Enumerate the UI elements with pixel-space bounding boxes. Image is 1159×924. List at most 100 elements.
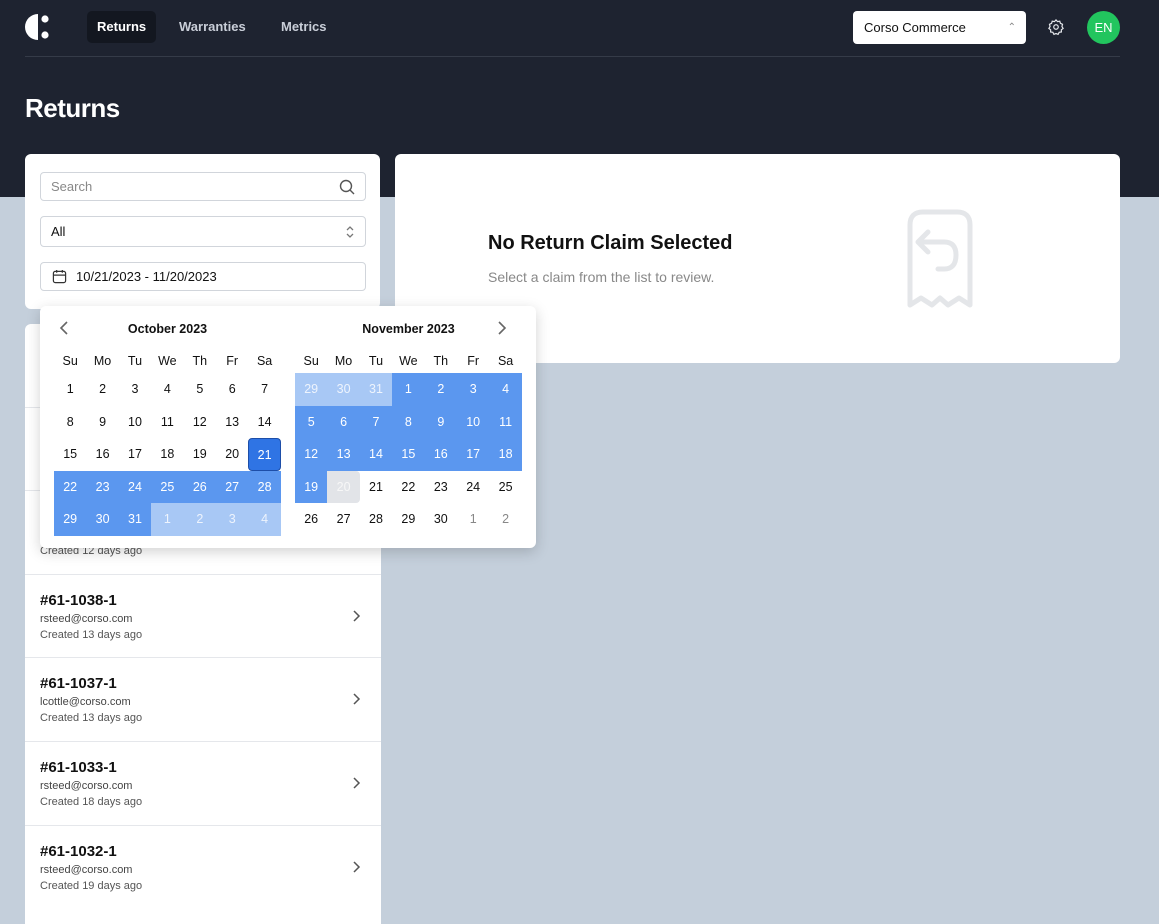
- calendar-day[interactable]: 2: [183, 503, 216, 536]
- calendar-day[interactable]: 22: [54, 470, 87, 503]
- calendar-day[interactable]: 28: [248, 470, 281, 503]
- calendar-day[interactable]: 30: [425, 503, 457, 536]
- weekday-label: Sa: [497, 354, 514, 368]
- nav-warranties[interactable]: Warranties: [169, 11, 256, 43]
- calendar-day[interactable]: 31: [359, 373, 393, 406]
- calendar-day[interactable]: 3: [457, 373, 490, 406]
- calendar-day[interactable]: 1: [457, 503, 489, 536]
- calendar-day[interactable]: 25: [151, 470, 184, 503]
- calendar-day[interactable]: 27: [216, 470, 249, 503]
- calendar-day[interactable]: 10: [457, 405, 490, 438]
- calendar-day[interactable]: 10: [119, 406, 151, 439]
- calendar-day[interactable]: 25: [489, 471, 521, 504]
- calendar-day[interactable]: 1: [54, 373, 86, 406]
- status-select-value: All: [51, 224, 66, 239]
- corso-logo[interactable]: [24, 12, 52, 42]
- calendar-day[interactable]: 30: [86, 503, 119, 536]
- weekday-label: Fr: [226, 354, 239, 368]
- search-input[interactable]: Search: [40, 172, 366, 201]
- calendar-day[interactable]: 23: [425, 471, 457, 504]
- calendar-day[interactable]: 20: [216, 438, 248, 471]
- calendar-day[interactable]: 17: [119, 438, 151, 471]
- calendar-day[interactable]: 4: [489, 373, 522, 406]
- date-range-picker: October 2023 November 2023 Su Mo Tu We Th Fr S…: [40, 306, 536, 548]
- calendar-day[interactable]: 24: [118, 470, 152, 503]
- claim-created: Created 13 days ago: [40, 628, 143, 641]
- calendar-day[interactable]: 18: [489, 438, 522, 471]
- calendar-day[interactable]: 21: [248, 438, 281, 471]
- calendar-day[interactable]: 4: [151, 373, 183, 406]
- calendar-day[interactable]: 9: [424, 405, 457, 438]
- calendar-day[interactable]: 27: [327, 503, 359, 536]
- calendar-day[interactable]: 16: [86, 438, 118, 471]
- date-range-input[interactable]: 10/21/2023 - 11/20/2023: [40, 262, 366, 291]
- calendar-day[interactable]: 5: [295, 405, 328, 438]
- calendar-day[interactable]: 7: [248, 373, 280, 406]
- calendar-day[interactable]: 2: [86, 373, 118, 406]
- calendar-day[interactable]: 19: [295, 470, 328, 503]
- month-title: October 2023: [127, 322, 208, 336]
- claim-created: Created 18 days ago: [40, 796, 143, 808]
- calendar-day[interactable]: 26: [183, 470, 216, 503]
- chevron-right-icon: [353, 777, 361, 789]
- calendar-day[interactable]: 8: [54, 406, 86, 439]
- calendar-day[interactable]: 18: [151, 438, 183, 471]
- list-item[interactable]: #61-1038-1 rsteed@corso.com Created 13 d…: [25, 573, 381, 658]
- calendar-day[interactable]: 15: [392, 438, 425, 471]
- calendar-day[interactable]: 14: [359, 438, 393, 471]
- calendar-day[interactable]: 13: [327, 438, 360, 471]
- calendar-day[interactable]: 15: [54, 438, 86, 471]
- calendar-day[interactable]: 17: [457, 438, 490, 471]
- calendar-day[interactable]: 14: [248, 406, 280, 439]
- calendar-day[interactable]: 3: [119, 373, 151, 406]
- calendar-day[interactable]: 21: [360, 471, 392, 504]
- chevron-updown-icon: [346, 226, 354, 238]
- gear-icon[interactable]: [1047, 18, 1065, 36]
- nav-metrics[interactable]: Metrics: [271, 11, 337, 43]
- calendar-day[interactable]: 26: [295, 503, 327, 536]
- calendar-day[interactable]: 1: [151, 503, 184, 536]
- list-item[interactable]: #61-1037-1 lcottle@corso.com Created 13 …: [25, 657, 381, 741]
- calendar-day[interactable]: 22: [392, 471, 424, 504]
- calendar-day[interactable]: 6: [327, 405, 360, 438]
- calendar-day[interactable]: 29: [392, 503, 424, 536]
- calendar-day[interactable]: 9: [86, 406, 118, 439]
- status-select[interactable]: All: [40, 216, 366, 247]
- page-title: Returns: [25, 93, 120, 123]
- month-title: November 2023: [362, 322, 455, 336]
- calendar-day[interactable]: 2: [424, 373, 457, 406]
- calendar-day[interactable]: 11: [489, 405, 522, 438]
- weekday-label: We: [399, 354, 418, 368]
- calendar-day[interactable]: 12: [295, 438, 328, 471]
- date-range-value: 10/21/2023 - 11/20/2023: [76, 269, 217, 284]
- calendar-day[interactable]: 19: [184, 438, 216, 471]
- list-item[interactable]: #61-1032-1 rsteed@corso.com Created 19 d…: [25, 824, 381, 909]
- claim-id: #61-1033-1: [40, 759, 117, 776]
- calendar-day[interactable]: 31: [118, 503, 152, 536]
- calendar-day[interactable]: 29: [54, 503, 87, 536]
- calendar-day[interactable]: 20: [327, 470, 360, 503]
- calendar-day[interactable]: 4: [248, 503, 281, 536]
- calendar-day[interactable]: 5: [184, 373, 216, 406]
- calendar-day[interactable]: 2: [489, 503, 521, 536]
- calendar-day[interactable]: 6: [216, 373, 248, 406]
- calendar-day[interactable]: 28: [360, 503, 392, 536]
- calendar-day[interactable]: 13: [216, 406, 248, 439]
- list-item[interactable]: #61-1033-1 rsteed@corso.com Created 18 d…: [25, 741, 381, 825]
- calendar-day[interactable]: 3: [216, 503, 249, 536]
- calendar-day[interactable]: 30: [327, 373, 360, 406]
- calendar-day[interactable]: 12: [184, 406, 216, 439]
- avatar[interactable]: EN: [1087, 11, 1120, 44]
- calendar-day[interactable]: 7: [359, 405, 393, 438]
- store-select[interactable]: Corso Commerce ⌃: [853, 11, 1026, 44]
- weekday-label: Tu: [368, 354, 384, 368]
- calendar-day[interactable]: 1: [392, 373, 425, 406]
- claim-created: Created 13 days ago: [40, 712, 143, 725]
- calendar-day[interactable]: 29: [295, 373, 328, 406]
- calendar-day[interactable]: 8: [392, 405, 425, 438]
- calendar-day[interactable]: 16: [424, 438, 457, 471]
- calendar-day[interactable]: 23: [86, 470, 119, 503]
- nav-returns[interactable]: Returns: [87, 11, 157, 43]
- calendar-day[interactable]: 11: [151, 406, 183, 439]
- calendar-day[interactable]: 24: [457, 471, 489, 504]
